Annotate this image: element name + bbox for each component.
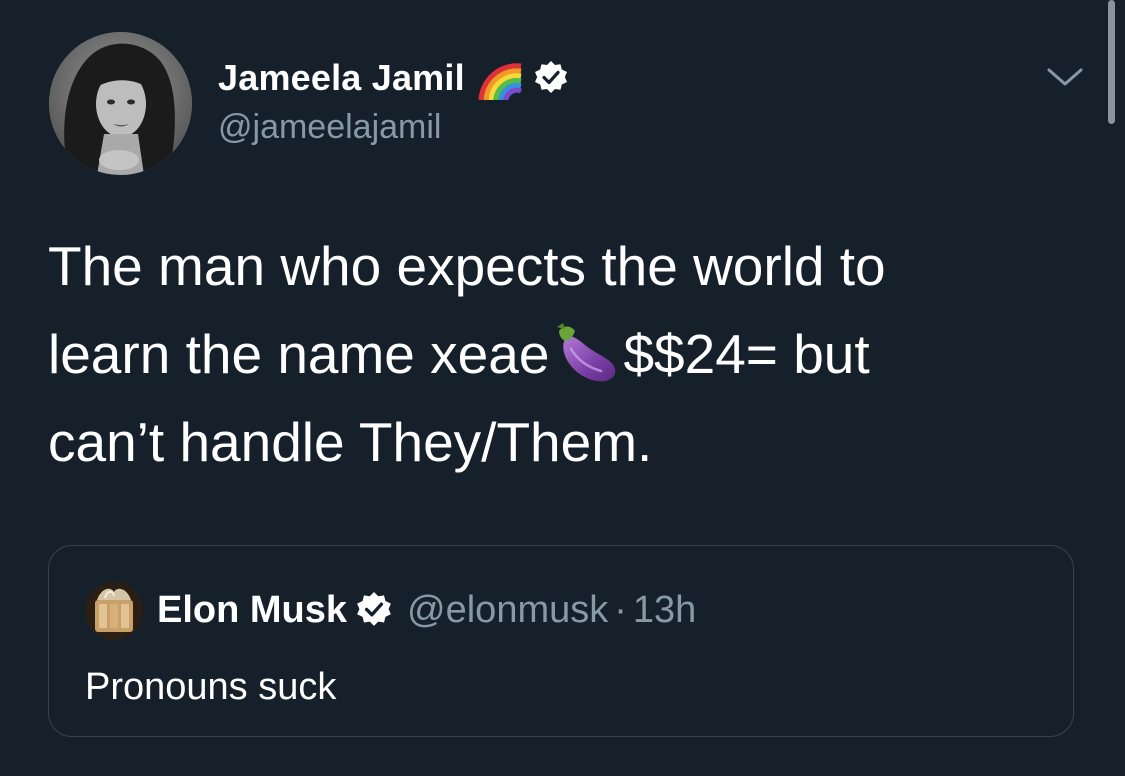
quoted-tweet-text: Pronouns suck: [85, 666, 337, 708]
author-handle[interactable]: @jameelajamil: [218, 108, 441, 147]
separator-dot: ·: [614, 588, 627, 631]
quoted-tweet-header: Elon Musk @elonmusk · 13h: [157, 588, 696, 632]
eggplant-icon: [551, 321, 621, 387]
author-display-name[interactable]: Jameela Jamil: [218, 57, 465, 99]
chevron-down-icon[interactable]: [1045, 62, 1085, 92]
quoted-tweet[interactable]: Elon Musk @elonmusk · 13h Pronouns suck: [48, 545, 1074, 737]
author-avatar[interactable]: [49, 32, 192, 175]
tweet-text-line-1: The man who expects the world to: [48, 235, 886, 297]
quoted-author-avatar[interactable]: [85, 582, 143, 640]
tweet-text-line-3: can’t handle They/Them.: [48, 411, 653, 473]
scrollbar[interactable]: [1108, 0, 1115, 124]
tweet-text: The man who expects the world to learn t…: [48, 222, 1068, 486]
tweet-text-line-2: learn the name xeae $$24= but: [48, 310, 1068, 398]
verified-badge-icon: [533, 60, 569, 96]
author-name-row: Jameela Jamil: [218, 56, 569, 101]
verified-badge-icon: [355, 591, 393, 629]
quoted-author-handle[interactable]: @elonmusk: [407, 589, 608, 632]
quoted-author-name[interactable]: Elon Musk: [157, 589, 347, 632]
rainbow-icon: [475, 56, 527, 101]
tweet-text-line-2b: $$24= but: [623, 323, 870, 385]
tweet-card: Jameela Jamil @jameelajamil The man who …: [0, 0, 1125, 776]
quoted-tweet-timestamp[interactable]: 13h: [633, 589, 696, 632]
tweet-text-line-2a: learn the name xeae: [48, 323, 550, 385]
